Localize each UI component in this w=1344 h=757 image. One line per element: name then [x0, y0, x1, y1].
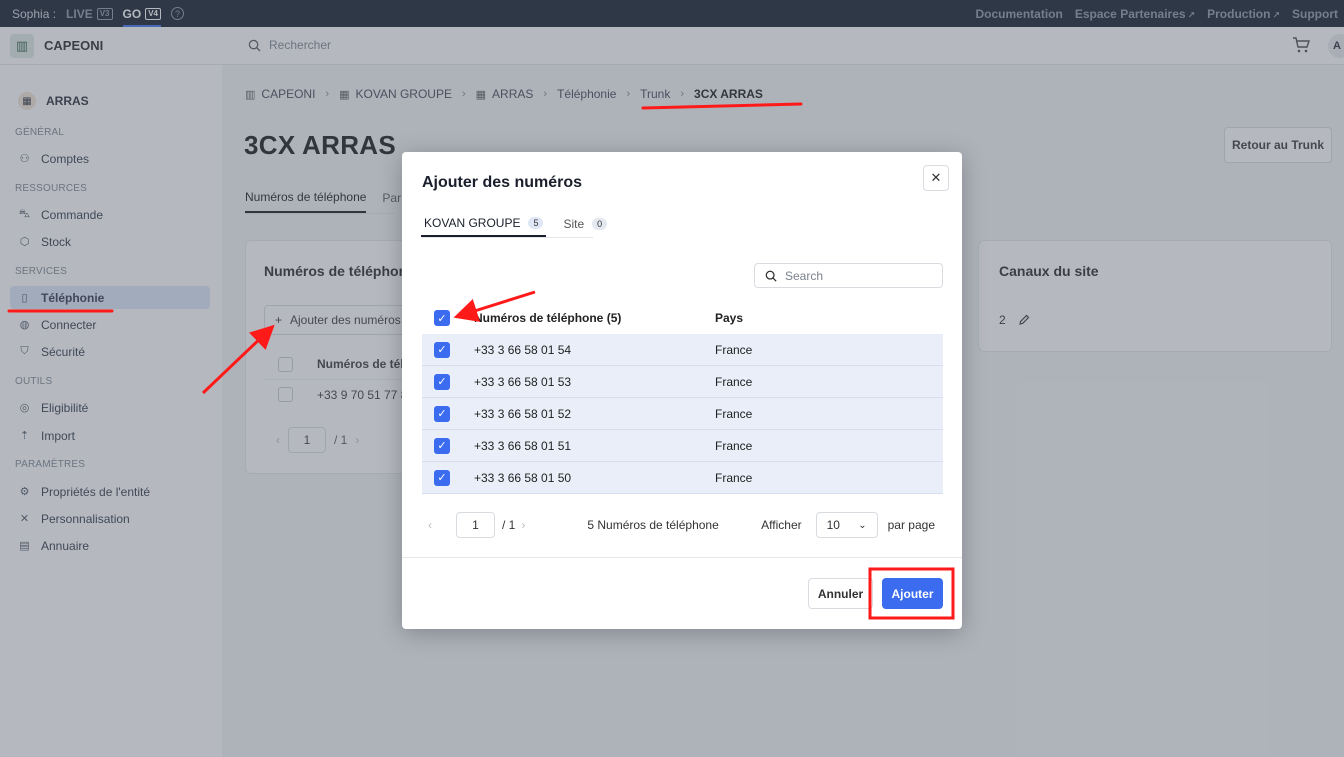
table-row[interactable]: ✓ +33 3 66 58 01 52 France	[422, 398, 943, 430]
chevron-down-icon: ⌄	[858, 519, 867, 531]
column-header-numbers[interactable]: Numéros de téléphone (5)	[474, 311, 715, 325]
column-header-country[interactable]: Pays	[715, 311, 943, 325]
chevron-right-icon[interactable]: ›	[521, 518, 535, 532]
per-page-select[interactable]: 10 ⌄	[815, 512, 878, 538]
per-page-label: par page	[887, 518, 935, 532]
numbers-table: ✓ Numéros de téléphone (5) Pays ✓ +33 3 …	[422, 302, 943, 494]
table-row[interactable]: ✓ +33 3 66 58 01 53 France	[422, 366, 943, 398]
show-label: Afficher	[761, 518, 802, 532]
row-checkbox[interactable]: ✓	[434, 405, 450, 422]
add-numbers-modal: Ajouter des numéros ✕ KOVAN GROUPE 5 Site…	[402, 152, 962, 629]
chevron-left-icon[interactable]: ‹	[428, 518, 442, 532]
table-header: ✓ Numéros de téléphone (5) Pays	[422, 302, 943, 334]
tab-site[interactable]: Site 0	[560, 210, 610, 237]
table-row[interactable]: ✓ +33 3 66 58 01 51 France	[422, 430, 943, 462]
table-row[interactable]: ✓ +33 3 66 58 01 50 France	[422, 462, 943, 494]
modal-search-input[interactable]: Search	[754, 263, 943, 288]
footer-divider	[402, 557, 962, 558]
page-input[interactable]: 1	[456, 512, 495, 538]
search-icon	[765, 270, 777, 282]
row-checkbox[interactable]: ✓	[434, 341, 450, 358]
table-row[interactable]: ✓ +33 3 66 58 01 54 France	[422, 334, 943, 366]
add-button[interactable]: Ajouter	[882, 578, 943, 609]
row-checkbox[interactable]: ✓	[434, 373, 450, 390]
row-checkbox[interactable]: ✓	[434, 437, 450, 454]
tab-kovan-groupe[interactable]: KOVAN GROUPE 5	[421, 210, 547, 237]
count-badge: 5	[528, 216, 544, 229]
select-all-checkbox[interactable]: ✓	[434, 310, 450, 326]
modal-tabs: KOVAN GROUPE 5 Site 0	[421, 210, 620, 237]
results-count: 5 Numéros de téléphone	[587, 518, 719, 532]
tabs-divider	[421, 237, 593, 238]
close-icon[interactable]: ✕	[923, 165, 949, 191]
row-checkbox[interactable]: ✓	[434, 469, 450, 486]
modal-title: Ajouter des numéros	[422, 174, 583, 191]
count-badge: 0	[592, 217, 608, 230]
modal-pagination: ‹ 1 / 1 › 5 Numéros de téléphone Affiche…	[422, 512, 943, 538]
cancel-button[interactable]: Annuler	[808, 578, 873, 609]
